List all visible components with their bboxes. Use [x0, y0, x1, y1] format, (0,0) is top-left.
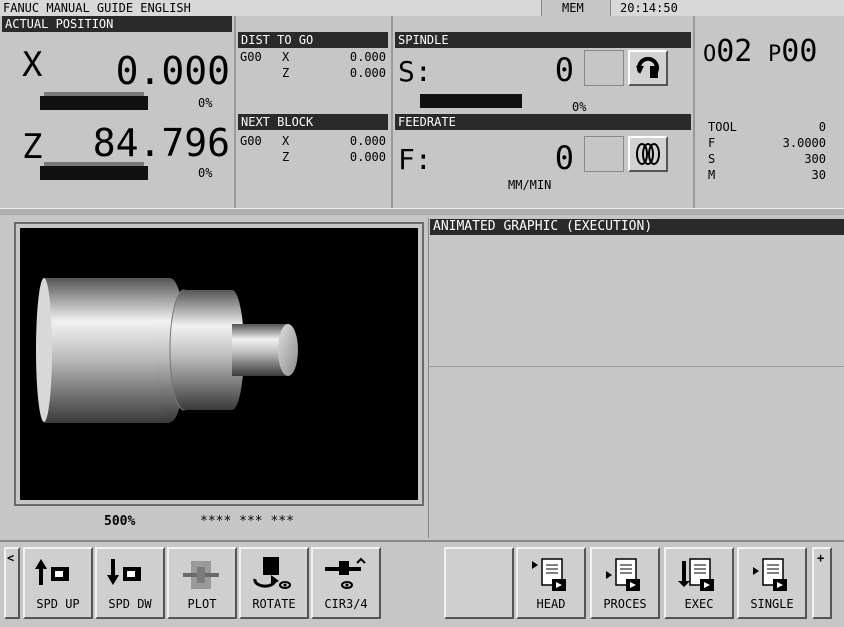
feedrate-unit: MM/MIN [508, 178, 552, 192]
softkey-head[interactable]: HEAD [516, 547, 586, 619]
spindle-header: SPINDLE [395, 32, 691, 48]
softkey-label: HEAD [536, 597, 566, 611]
softkey-label: SINGLE [750, 597, 794, 611]
workpiece-tip [278, 324, 298, 376]
dist-to-go-header: DIST TO GO [238, 32, 388, 48]
m-label: M [708, 168, 716, 182]
spindle-up-icon [25, 555, 91, 595]
workpiece-body [44, 278, 170, 423]
spindle-direction-box [584, 50, 624, 86]
o-number: 02 [716, 34, 753, 69]
left-arrow-icon: < [7, 551, 15, 565]
x-axis-label: X [22, 45, 43, 85]
coolant-icon[interactable] [628, 136, 668, 172]
next-x-value: 0.000 [349, 134, 386, 148]
spindle-load-bar [420, 94, 522, 108]
feedrate-label: F: [398, 143, 432, 176]
next-g-code: G00 [240, 134, 262, 148]
spindle-down-icon [97, 555, 163, 595]
plot-icon [169, 555, 235, 595]
feedrate-header: FEEDRATE [395, 114, 691, 130]
spindle-value: 0 [554, 51, 574, 89]
z-load-bar [40, 166, 148, 180]
tool-value: 0 [818, 120, 826, 134]
next-z-value: 0.000 [349, 150, 386, 164]
workpiece-end [36, 278, 52, 422]
softkey-next-button[interactable]: + [812, 547, 832, 619]
actual-position-header: ACTUAL POSITION [2, 16, 232, 32]
softkey-label: EXEC [684, 597, 714, 611]
process-icon [592, 555, 658, 595]
feedrate-box [584, 136, 624, 172]
softkey-cir34[interactable]: CIR3/4 [311, 547, 381, 619]
softkey-label: SPD DW [108, 597, 152, 611]
x-load-bar [40, 96, 148, 110]
x-position-value: 0.000 [115, 49, 230, 93]
clock: 20:14:50 [620, 1, 678, 15]
softkey-label: ROTATE [252, 597, 296, 611]
single-block-icon [739, 555, 805, 595]
next-x-label: X [282, 134, 290, 148]
x-load-percent: 0% [198, 96, 213, 110]
softkey-label: PLOT [187, 597, 217, 611]
s-label: S [708, 152, 716, 166]
dist-z-label: Z [282, 66, 290, 80]
f-label: F [708, 136, 716, 150]
rotate-icon [241, 555, 307, 595]
dist-x-value: 0.000 [349, 50, 386, 64]
circle-view-icon [313, 555, 379, 595]
execute-icon [666, 555, 732, 595]
dist-z-value: 0.000 [349, 66, 386, 80]
head-icon [518, 555, 584, 595]
spindle-label: S: [398, 55, 432, 88]
spindle-load-percent: 0% [572, 100, 587, 114]
softkey-rotate[interactable]: ROTATE [239, 547, 309, 619]
softkey-proces[interactable]: PROCES [590, 547, 660, 619]
softkey-exec[interactable]: EXEC [664, 547, 734, 619]
softkey-label: PROCES [603, 597, 647, 611]
s-value: 300 [804, 152, 826, 166]
spindle-rotation-icon[interactable] [628, 50, 668, 86]
animated-divider [428, 366, 844, 367]
program-number: O02 P00 [703, 34, 817, 69]
next-z-label: Z [282, 150, 290, 164]
feedrate-value: 0 [554, 139, 574, 177]
softkey-plot[interactable]: PLOT [167, 547, 237, 619]
softkey-label: SPD UP [36, 597, 80, 611]
animated-panel [428, 218, 844, 538]
coolant-glyph [636, 143, 660, 165]
graphic-coords: **** *** *** [200, 514, 294, 529]
p-label: P [768, 42, 782, 67]
next-block-header: NEXT BLOCK [238, 114, 388, 130]
divider [234, 16, 236, 208]
tool-label: TOOL [708, 120, 737, 134]
divider [693, 16, 695, 208]
dist-g-code: G00 [240, 50, 262, 64]
f-value: 3.0000 [782, 136, 826, 150]
panel-separator [0, 208, 844, 215]
app-title: FANUC MANUAL GUIDE ENGLISH [3, 1, 191, 15]
workpiece-graphic [36, 278, 298, 423]
z-position-value: 84.796 [92, 121, 230, 165]
z-axis-label: Z [22, 127, 43, 167]
softkey-prev-button[interactable]: < [4, 547, 20, 619]
softkey-single[interactable]: SINGLE [737, 547, 807, 619]
divider [391, 16, 393, 208]
z-load-percent: 0% [198, 166, 213, 180]
dist-x-label: X [282, 50, 290, 64]
softkey-label: CIR3/4 [324, 597, 368, 611]
p-number: 00 [781, 34, 818, 69]
mode-label: MEM [562, 1, 584, 15]
graphic-viewport[interactable] [20, 228, 418, 500]
softkey-spd-dw[interactable]: SPD DW [95, 547, 165, 619]
animated-graphic-header: ANIMATED GRAPHIC (EXECUTION) [430, 219, 844, 235]
zoom-level: 500% [104, 514, 136, 529]
softkey-spd-up[interactable]: SPD UP [23, 547, 93, 619]
spindle-rotation-glyph [636, 56, 659, 78]
m-value: 30 [811, 168, 826, 182]
plus-icon: + [817, 551, 825, 565]
softkey-blank[interactable] [444, 547, 514, 619]
o-label: O [703, 42, 717, 67]
